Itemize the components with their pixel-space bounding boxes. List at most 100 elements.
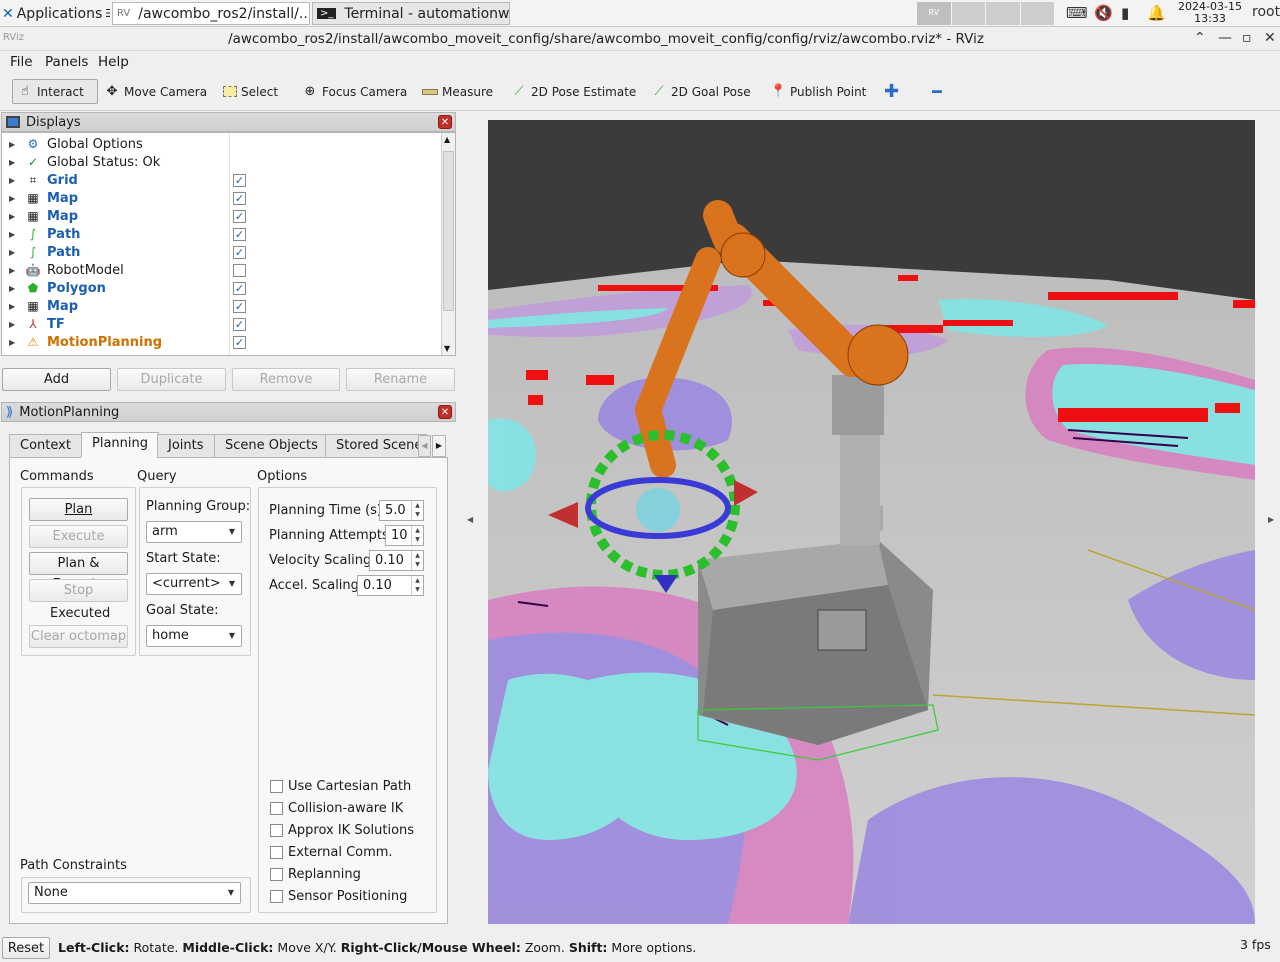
planning-time-spinbox[interactable]: 5.0 ▲ ▼ [379,500,424,521]
tree-row-global-options[interactable]: ▶ ⚙ Global Options [2,135,442,153]
enable-checkbox[interactable]: ✓ [233,318,246,331]
use-cartesian-path-checkbox[interactable] [270,780,283,793]
menu-panels[interactable]: Panels [45,54,88,70]
planning-attempts-spinbox[interactable]: 10 ▲ ▼ [385,525,424,546]
stop-button[interactable]: Stop [29,579,128,602]
tree-row-map[interactable]: ▶ ▦ Map ✓ [2,297,442,315]
workspace-switcher[interactable]: RV [917,2,1054,25]
window-maximize-up-icon[interactable]: ⌃ [1194,30,1206,46]
displays-tree[interactable]: ▶ ⚙ Global Options ▶ ✓ Global Status: Ok ▶ ⌗ G… [1,132,456,356]
expand-arrow-icon[interactable]: ▶ [9,338,15,347]
replanning-checkbox[interactable] [270,868,283,881]
add-display-button[interactable]: Add [2,368,111,391]
spin-arrows-icon[interactable]: ▲ ▼ [411,526,423,545]
window-titlebar[interactable]: RViz /awcombo_ros2/install/awcombo_movei… [0,27,1280,51]
menu-help[interactable]: Help [98,54,129,70]
expand-arrow-icon[interactable]: ▶ [9,176,15,185]
task-rviz[interactable]: RV /awcombo_ros2/install/... [112,2,310,25]
tree-row-global-status[interactable]: ▶ ✓ Global Status: Ok [2,153,442,171]
notification-bell-icon[interactable]: 🔔 [1147,4,1166,22]
select-tool[interactable]: Select [219,79,282,104]
close-icon[interactable]: ✕ [438,115,452,129]
enable-checkbox[interactable]: ✓ [233,210,246,223]
tab-scene-objects[interactable]: Scene Objects [214,434,329,458]
tab-stored-scenes[interactable]: Stored Scenes [325,434,427,458]
interact-tool[interactable]: ☝ Interact [12,79,98,104]
rviz-3d-viewport[interactable] [488,120,1255,924]
window-restore-icon[interactable]: ▫ [1242,30,1252,46]
spin-arrows-icon[interactable]: ▲ ▼ [411,551,423,570]
tab-scroll-right-icon[interactable]: ▶ [432,435,446,457]
spin-arrows-icon[interactable]: ▲ ▼ [411,501,423,520]
enable-checkbox[interactable]: ✓ [233,300,246,313]
window-minimize-icon[interactable]: — [1218,30,1232,46]
move-camera-tool[interactable]: ✥ Move Camera [100,79,211,104]
tree-row-map[interactable]: ▶ ▦ Map ✓ [2,207,442,225]
pose-estimate-tool[interactable]: ⟋ 2D Pose Estimate [507,79,640,104]
enable-checkbox[interactable]: ✓ [233,336,246,349]
rename-display-button[interactable]: Rename [346,368,455,391]
add-tool-icon[interactable]: ✚ [880,79,903,104]
tab-planning[interactable]: Planning [81,432,159,458]
reset-button[interactable]: Reset [2,937,50,959]
enable-checkbox[interactable] [233,264,246,277]
goal-state-select[interactable]: home ▼ [146,625,242,647]
enable-checkbox[interactable]: ✓ [233,174,246,187]
collision-aware-ik-checkbox[interactable] [270,802,283,815]
applications-menu[interactable]: ✕ Applications ☰ [2,2,110,25]
expand-arrow-icon[interactable]: ▶ [9,158,15,167]
scroll-down-icon[interactable]: ▼ [444,344,450,353]
tree-row-grid[interactable]: ▶ ⌗ Grid ✓ [2,171,442,189]
enable-checkbox[interactable]: ✓ [233,228,246,241]
volume-muted-icon[interactable]: 🔇 [1094,4,1113,22]
publish-point-tool[interactable]: 📍 Publish Point [766,79,870,104]
expand-arrow-icon[interactable]: ▶ [9,248,15,257]
planning-group-select[interactable]: arm ▼ [146,521,242,543]
expand-arrow-icon[interactable]: ▶ [9,284,15,293]
path-constraints-select[interactable]: None ▼ [28,882,241,904]
approx-ik-checkbox[interactable] [270,824,283,837]
execute-button[interactable]: Execute [29,525,128,548]
duplicate-display-button[interactable]: Duplicate [117,368,226,391]
scroll-thumb[interactable] [443,151,454,311]
spin-arrows-icon[interactable]: ▲ ▼ [411,576,423,595]
window-close-icon[interactable]: ✕ [1264,30,1276,46]
remove-tool-icon[interactable]: ━ [928,79,946,104]
remove-display-button[interactable]: Remove [232,368,340,391]
battery-icon[interactable]: ▮ [1121,4,1129,22]
tree-row-tf[interactable]: ▶ ⅄ TF ✓ [2,315,442,333]
tree-row-map[interactable]: ▶ ▦ Map ✓ [2,189,442,207]
focus-camera-tool[interactable]: ⊕ Focus Camera [298,79,411,104]
workspace-1[interactable]: RV [917,2,951,25]
measure-tool[interactable]: Measure [418,79,497,104]
plan-execute-button[interactable]: Plan & Execute [29,552,128,592]
expand-arrow-icon[interactable]: ▶ [9,194,15,203]
expand-arrow-icon[interactable]: ▶ [9,212,15,221]
expand-arrow-icon[interactable]: ▶ [9,302,15,311]
clear-octomap-button[interactable]: Clear octomap [29,625,128,648]
network-icon[interactable]: ⌨ [1066,4,1088,22]
close-icon[interactable]: ✕ [438,405,452,419]
plan-button[interactable]: Plan [29,498,128,521]
scene-render[interactable] [488,120,1255,924]
workspace-2[interactable] [951,2,985,25]
tree-row-path[interactable]: ▶ ∫ Path ✓ [2,225,442,243]
scroll-up-icon[interactable]: ▲ [444,135,450,144]
tab-scroll-left-icon[interactable]: ◀ [418,435,431,457]
enable-checkbox[interactable]: ✓ [233,282,246,295]
tree-row-polygon[interactable]: ▶ ⬟ Polygon ✓ [2,279,442,297]
menu-file[interactable]: File [10,54,33,70]
tab-joints[interactable]: Joints [157,434,215,458]
tree-row-path[interactable]: ▶ ∫ Path ✓ [2,243,442,261]
tree-row-robotmodel[interactable]: ▶ 🤖 RobotModel [2,261,442,279]
expand-arrow-icon[interactable]: ▶ [9,230,15,239]
splitter-right-arrow-icon[interactable]: ▶ [1268,515,1274,524]
workspace-4[interactable] [1020,2,1054,25]
start-state-select[interactable]: <current> ▼ [146,573,242,595]
tree-row-motionplanning[interactable]: ▶ ⚠ MotionPlanning ✓ [2,333,442,351]
enable-checkbox[interactable]: ✓ [233,246,246,259]
velocity-scaling-spinbox[interactable]: 0.10 ▲ ▼ [369,550,424,571]
sensor-positioning-checkbox[interactable] [270,890,283,903]
accel-scaling-spinbox[interactable]: 0.10 ▲ ▼ [357,575,424,596]
splitter-left-arrow-icon[interactable]: ◀ [467,515,473,524]
